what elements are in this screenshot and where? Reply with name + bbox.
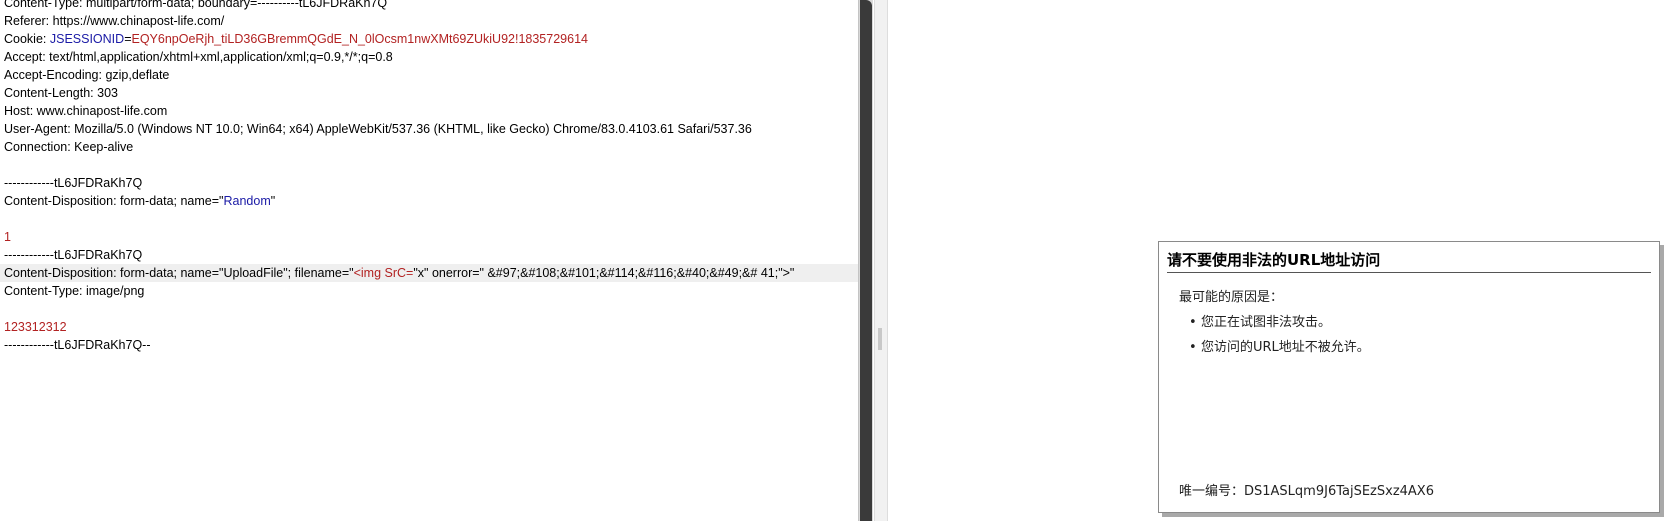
line-text: Content-Disposition: form-data; name=" — [4, 194, 224, 208]
request-line[interactable]: 1 — [0, 228, 858, 246]
request-line[interactable]: Content-Length: 303 — [0, 84, 858, 102]
reason-text: 您正在试图非法攻击。 — [1201, 315, 1332, 330]
param-value: 123312312 — [4, 320, 67, 334]
request-line[interactable]: Content-Disposition: form-data; name="Ra… — [0, 192, 858, 210]
line-text: Host: www.chinapost-life.com — [4, 104, 168, 118]
request-line[interactable]: Content-Type: multipart/form-data; bound… — [0, 0, 858, 12]
request-line[interactable]: User-Agent: Mozilla/5.0 (Windows NT 10.0… — [0, 120, 858, 138]
request-line[interactable]: Cookie: JSESSIONID=EQY6npOeRjh_tiLD36GBr… — [0, 30, 858, 48]
request-scrollbar-thumb[interactable] — [860, 0, 872, 521]
param-value: 1 — [4, 230, 11, 244]
line-text: Content-Length: 303 — [4, 86, 118, 100]
line-text: "x" onerror=" &#97;&#108;&#101;&#114;&#1… — [413, 266, 795, 280]
line-text: ------------tL6JFDRaKh7Q — [4, 176, 143, 190]
unique-id: 唯一编号：DS1ASLqm9J6TajSEzSxz4AX6 — [1179, 484, 1434, 499]
line-text: User-Agent: Mozilla/5.0 (Windows NT 10.0… — [4, 122, 752, 136]
line-text: Content-Type: multipart/form-data; bound… — [4, 0, 388, 10]
request-line[interactable] — [0, 300, 858, 318]
reason-item: • 您正在试图非法攻击。 — [1189, 310, 1370, 335]
line-text: = — [124, 32, 132, 46]
request-line[interactable]: ------------tL6JFDRaKh7Q-- — [0, 336, 858, 354]
request-editor[interactable]: Content-Type: multipart/form-data; bound… — [0, 0, 858, 521]
response-render-view: 请不要使用非法的URL地址访问 最可能的原因是： • 您正在试图非法攻击。 • 您访… — [888, 0, 1676, 521]
param-name: Random — [223, 194, 271, 208]
request-line[interactable]: Referer: https://www.chinapost-life.com/ — [0, 12, 858, 30]
error-title: 请不要使用非法的URL地址访问 — [1167, 248, 1651, 273]
param-value: <img SrC= — [353, 266, 414, 280]
line-text: Connection: Keep-alive — [4, 140, 134, 154]
line-text: " — [270, 194, 276, 208]
line-text: Accept: text/html,application/xhtml+xml,… — [4, 50, 393, 64]
bullet-icon: • — [1189, 340, 1197, 355]
request-line[interactable]: ------------tL6JFDRaKh7Q — [0, 246, 858, 264]
divider-grip-icon[interactable] — [878, 328, 882, 350]
request-line[interactable]: Content-Type: image/png — [0, 282, 858, 300]
request-line[interactable]: 123312312 — [0, 318, 858, 336]
request-scrollbar[interactable] — [858, 0, 873, 521]
line-text: Referer: https://www.chinapost-life.com/ — [4, 14, 225, 28]
request-line[interactable]: Accept: text/html,application/xhtml+xml,… — [0, 48, 858, 66]
request-line[interactable]: Connection: Keep-alive — [0, 138, 858, 156]
line-text: Content-Disposition: form-data; name="Up… — [4, 266, 354, 280]
split-pane-divider[interactable] — [874, 0, 888, 521]
request-line[interactable]: Accept-Encoding: gzip,deflate — [0, 66, 858, 84]
line-text: Content-Type: image/png — [4, 284, 145, 298]
request-line[interactable] — [0, 156, 858, 174]
param-value: EQY6npOeRjh_tiLD36GBremmQGdE_N_0lOcsm1nw… — [131, 32, 588, 46]
request-line[interactable]: ------------tL6JFDRaKh7Q — [0, 174, 858, 192]
request-line[interactable]: Content-Disposition: form-data; name="Up… — [0, 264, 858, 282]
line-text: Cookie: — [4, 32, 50, 46]
request-text[interactable]: Content-Type: multipart/form-data; bound… — [0, 0, 858, 354]
param-name: JSESSIONID — [49, 32, 125, 46]
line-text: ------------tL6JFDRaKh7Q — [4, 248, 143, 262]
bullet-icon: • — [1189, 315, 1197, 330]
request-line[interactable] — [0, 210, 858, 228]
line-text: ------------tL6JFDRaKh7Q-- — [4, 338, 151, 352]
reason-text: 您访问的URL地址不被允许。 — [1201, 340, 1370, 355]
burp-request-response-view: Content-Type: multipart/form-data; bound… — [0, 0, 1676, 521]
request-line[interactable]: Host: www.chinapost-life.com — [0, 102, 858, 120]
reason-list: • 您正在试图非法攻击。 • 您访问的URL地址不被允许。 — [1189, 310, 1370, 360]
reason-intro: 最可能的原因是： — [1179, 290, 1284, 305]
reason-item: • 您访问的URL地址不被允许。 — [1189, 335, 1370, 360]
line-text: Accept-Encoding: gzip,deflate — [4, 68, 170, 82]
error-message-box: 请不要使用非法的URL地址访问 最可能的原因是： • 您正在试图非法攻击。 • 您访… — [1158, 241, 1660, 513]
